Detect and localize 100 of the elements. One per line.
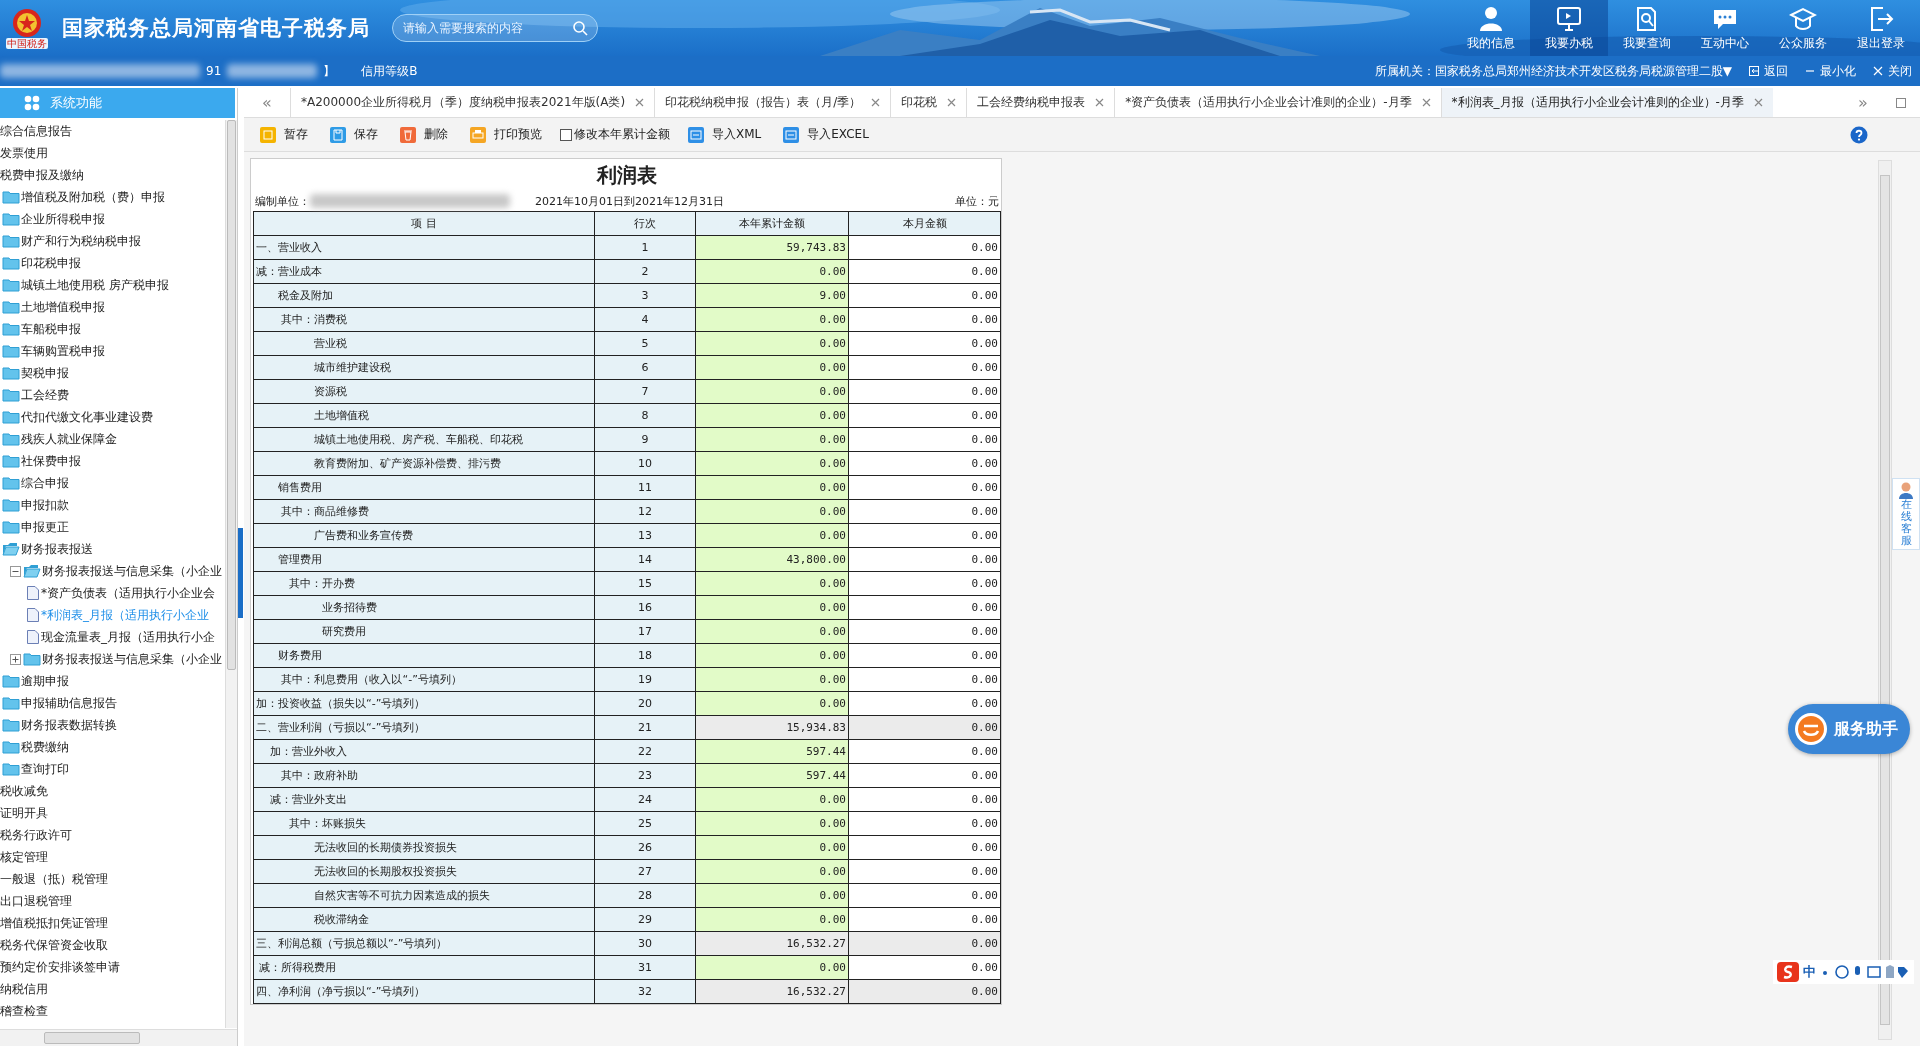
tree-item[interactable]: 查询打印 <box>21 760 69 778</box>
tree-item[interactable]: 契税申报 <box>21 364 69 382</box>
tree-item[interactable]: 发票使用 <box>0 144 48 162</box>
toolbar-button[interactable]: 保存 <box>326 124 382 145</box>
tree-item[interactable]: 企业所得税申报 <box>21 210 105 228</box>
tree-item[interactable]: 逾期申报 <box>21 672 69 690</box>
tree-item[interactable]: 申报扣款 <box>21 496 69 514</box>
tree-item[interactable]: 财务报表报送 <box>21 540 93 558</box>
toolbar-button[interactable]: 删除 <box>396 124 452 145</box>
tab[interactable]: 印花税 <box>890 88 967 117</box>
tree-item[interactable]: 残疾人就业保障金 <box>21 430 117 448</box>
amount-input[interactable]: 0.00 <box>695 883 849 908</box>
tree-item[interactable]: 增值税抵扣凭证管理 <box>0 914 108 932</box>
tree-item[interactable]: 财务报表报送与信息采集（小企业 <box>42 650 222 668</box>
amount-input[interactable]: 0.00 <box>695 307 849 332</box>
tree-item[interactable]: 申报辅助信息报告 <box>21 694 117 712</box>
tree-item[interactable]: 税务行政许可 <box>0 826 72 844</box>
tree-item[interactable]: 印花税申报 <box>21 254 81 272</box>
nav-button[interactable]: 我要查询 <box>1608 0 1686 56</box>
amount-input[interactable]: 0.00 <box>695 451 849 476</box>
tree-item[interactable]: 税收减免 <box>0 782 48 800</box>
toolbar-button[interactable]: 导入XML <box>684 124 766 145</box>
tree-item[interactable]: 纳税信用 <box>0 980 48 998</box>
window-action[interactable]: 关闭 <box>1872 62 1912 80</box>
amount-input[interactable]: 0.00 <box>695 523 849 548</box>
tree-item[interactable]: 综合信息报告 <box>0 122 72 140</box>
tree-item[interactable]: 社保费申报 <box>21 452 81 470</box>
tree-item[interactable]: 税费缴纳 <box>21 738 69 756</box>
tab[interactable]: *资产负债表（适用执行小企业会计准则的企业）-月季 <box>1114 88 1441 117</box>
amount-input[interactable]: 0.00 <box>695 619 849 644</box>
input-mode[interactable]: 中 <box>1803 963 1816 981</box>
tax-authority-selector[interactable]: 所属机关：国家税务总局郑州经济技术开发区税务局税源管理二股▼ <box>1374 62 1732 80</box>
tree-item[interactable]: 财产和行为税纳税申报 <box>21 232 141 250</box>
tree-item[interactable]: 工会经费 <box>21 386 69 404</box>
tree-item[interactable]: 代扣代缴文化事业建设费 <box>21 408 153 426</box>
tree-item[interactable]: 一般退（抵）税管理 <box>0 870 108 888</box>
amount-input[interactable]: 0.00 <box>695 691 849 716</box>
amount-input[interactable]: 0.00 <box>695 355 849 380</box>
tree-item[interactable]: 增值税及附加税（费）申报 <box>21 188 165 206</box>
tree-item[interactable]: 土地增值税申报 <box>21 298 105 316</box>
tab[interactable]: *利润表_月报（适用执行小企业会计准则的企业）-月季 <box>1440 88 1773 117</box>
tree-item[interactable]: 证明开具 <box>0 804 48 822</box>
amount-input[interactable]: 0.00 <box>695 259 849 284</box>
scrollbar[interactable] <box>225 120 237 1028</box>
service-assistant-button[interactable]: 服务助手 <box>1788 704 1910 754</box>
scroll-right-button[interactable]: » <box>1840 88 1886 117</box>
collapse-icon[interactable] <box>10 565 21 577</box>
tab[interactable]: 工会经费纳税申报表 <box>966 88 1115 117</box>
tree-item[interactable]: 核定管理 <box>0 848 48 866</box>
tree-item[interactable]: 城镇土地使用税 房产税申报 <box>21 276 169 294</box>
tree-item[interactable]: 预约定价安排谈签申请 <box>0 958 120 976</box>
tab[interactable]: 印花税纳税申报（报告）表（月/季） <box>654 88 891 117</box>
amount-input[interactable]: 0.00 <box>695 811 849 836</box>
nav-button[interactable]: 互动中心 <box>1686 0 1764 56</box>
tree-item[interactable]: *资产负债表（适用执行小企业会 <box>41 584 215 602</box>
amount-input[interactable]: 0.00 <box>695 595 849 620</box>
scrollbar[interactable] <box>0 1029 237 1046</box>
tree-item[interactable]: 出口退税管理 <box>0 892 72 910</box>
help-icon[interactable] <box>1850 125 1868 144</box>
amount-input[interactable]: 0.00 <box>695 427 849 452</box>
amount-input[interactable]: 0.00 <box>695 475 849 500</box>
nav-button[interactable]: 我要办税 <box>1530 0 1608 56</box>
amount-input[interactable]: 0.00 <box>695 571 849 596</box>
amount-input[interactable]: 0.00 <box>695 667 849 692</box>
tree-item[interactable]: 车船税申报 <box>21 320 81 338</box>
amount-input[interactable]: 0.00 <box>695 787 849 812</box>
tree-item[interactable]: 稽查检查 <box>0 1002 48 1020</box>
checkbox-label[interactable]: 修改本年累计金额 <box>574 126 670 143</box>
amount-input[interactable]: 0.00 <box>695 835 849 860</box>
amount-input[interactable]: 597.44 <box>695 763 849 788</box>
amount-input[interactable]: 43,800.00 <box>695 547 849 572</box>
amount-input[interactable]: 0.00 <box>695 379 849 404</box>
nav-button[interactable]: 退出登录 <box>1842 0 1920 56</box>
scroll-left-button[interactable]: « <box>244 88 290 117</box>
search-field[interactable]: 请输入需要搜索的内容 <box>392 14 598 42</box>
amount-input[interactable]: 0.00 <box>695 907 849 932</box>
nav-button[interactable]: 我的信息 <box>1452 0 1530 56</box>
tree-item[interactable]: 车辆购置税申报 <box>21 342 105 360</box>
tree-item[interactable]: 财务报表报送与信息采集（小企业 <box>42 562 222 580</box>
toolbar-button[interactable]: 导入EXCEL <box>779 124 873 145</box>
toolbar-button[interactable]: 打印预览 <box>466 124 546 145</box>
online-service-button[interactable]: 在线客服 <box>1892 478 1920 551</box>
nav-button[interactable]: 公众服务 <box>1764 0 1842 56</box>
tree-item[interactable]: 财务报表数据转换 <box>21 716 117 734</box>
amount-input[interactable]: 9.00 <box>695 283 849 308</box>
tab[interactable]: *A200000企业所得税月（季）度纳税申报表2021年版(A类) <box>290 88 655 117</box>
tree-item[interactable]: 综合申报 <box>21 474 69 492</box>
toolbar-button[interactable]: 暂存 <box>256 124 312 145</box>
amount-input[interactable]: 597.44 <box>695 739 849 764</box>
tree-item[interactable]: 现金流量表_月报（适用执行小企 <box>41 628 215 646</box>
tree-item[interactable]: 申报更正 <box>21 518 69 536</box>
amount-input[interactable]: 0.00 <box>695 955 849 980</box>
amount-input[interactable]: 0.00 <box>695 643 849 668</box>
amount-input[interactable]: 59,743.83 <box>695 235 849 260</box>
window-action[interactable]: 最小化 <box>1804 62 1856 80</box>
tree-item[interactable]: 税务代保管资金收取 <box>0 936 108 954</box>
expand-icon[interactable] <box>10 653 21 665</box>
amount-input[interactable]: 0.00 <box>695 499 849 524</box>
amount-input[interactable]: 0.00 <box>695 859 849 884</box>
amount-input[interactable]: 0.00 <box>695 331 849 356</box>
